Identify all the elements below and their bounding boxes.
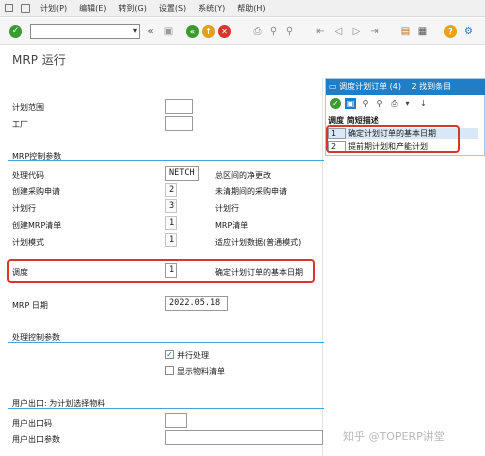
check-icon[interactable]: ✓ xyxy=(330,98,341,109)
schedule-lines-label: 计划行 xyxy=(12,204,36,213)
find-icon[interactable]: ⚲ xyxy=(267,25,280,38)
menu-item-edit[interactable]: 编辑(E) xyxy=(79,3,106,14)
processing-code-input[interactable]: NETCH xyxy=(165,166,199,181)
cancel-icon[interactable]: ✕ xyxy=(218,25,231,38)
planning-mode-label: 计划模式 xyxy=(12,238,44,247)
popup-header: ▭ 调度计划订单 (4) 2 找到条目 xyxy=(326,79,485,95)
menu-item-settings[interactable]: 设置(S) xyxy=(159,3,186,14)
mrp-date-input[interactable]: 2022.05.18 xyxy=(165,296,228,311)
chevron-down-icon[interactable]: ▾ xyxy=(133,26,137,35)
create-mrp-list-label: 创建MRP清单 xyxy=(12,221,62,230)
parallel-processing-label: 并行处理 xyxy=(177,351,209,360)
schedule-lines-input[interactable]: 3 xyxy=(165,199,177,213)
prev-page-icon[interactable]: ◁ xyxy=(332,25,345,38)
save-icon[interactable]: ▣ xyxy=(162,25,175,38)
check-icon[interactable]: ✓ xyxy=(9,25,22,38)
mrp-date-label: MRP 日期 xyxy=(12,301,48,310)
parallel-processing-checkbox[interactable]: ✓ xyxy=(165,350,174,359)
popup-title-icon: ▭ xyxy=(329,82,340,91)
watermark: 知乎 @TOPERP讲堂 xyxy=(343,430,445,443)
plant-label: 工厂 xyxy=(12,120,28,129)
next-page-icon[interactable]: ▷ xyxy=(350,25,363,38)
group-divider xyxy=(8,342,324,343)
first-page-icon[interactable]: ⇤ xyxy=(314,25,327,38)
show-list-label: 显示物料清单 xyxy=(177,367,225,376)
scheduling-input[interactable]: 1 xyxy=(165,263,177,278)
schedule-lines-desc: 计划行 xyxy=(215,204,239,213)
select-icon[interactable]: ▣ xyxy=(345,98,356,109)
find-icon[interactable]: ⚲ xyxy=(360,98,371,109)
command-field[interactable]: ▾ xyxy=(30,24,140,39)
plan-scope-input[interactable] xyxy=(165,99,193,114)
window-menu-icon[interactable] xyxy=(5,4,13,12)
popup-toolbar: ✓ ▣ ⚲ ⚲ ⎙ ▾ ↓ xyxy=(326,97,485,111)
menu-item-system[interactable]: 系统(Y) xyxy=(198,3,225,14)
processing-code-label: 处理代码 xyxy=(12,171,44,180)
user-exit-param-label: 用户出口参数 xyxy=(12,435,60,444)
exit-menu-icon[interactable] xyxy=(21,3,30,13)
menu-item-goto[interactable]: 转到(G) xyxy=(118,3,146,14)
create-purchase-req-label: 创建采购申请 xyxy=(12,187,60,196)
print-icon[interactable]: ⎙ xyxy=(251,25,264,38)
create-mrp-list-desc: MRP清单 xyxy=(215,221,249,230)
planning-mode-desc: 适应计划数据(普通模式) xyxy=(215,238,302,247)
group-divider xyxy=(8,408,324,409)
last-page-icon[interactable]: ⇥ xyxy=(368,25,381,38)
user-exit-key-input[interactable] xyxy=(165,413,187,428)
divider xyxy=(322,78,323,456)
scheduling-label: 调度 xyxy=(12,268,28,277)
create-purchase-req-input[interactable]: 2 xyxy=(165,183,177,197)
create-purchase-req-desc: 未清期间的采购申请 xyxy=(215,187,287,196)
processing-code-desc: 总区间的净更改 xyxy=(215,171,271,180)
create-mrp-list-input[interactable]: 1 xyxy=(165,216,177,230)
show-list-checkbox[interactable] xyxy=(165,366,174,375)
planning-mode-input[interactable]: 1 xyxy=(165,233,177,247)
scheduling-desc: 确定计划订单的基本日期 xyxy=(215,268,303,277)
plan-scope-label: 计划范围 xyxy=(12,103,44,112)
plant-input[interactable] xyxy=(165,116,193,131)
exit-icon[interactable]: ↑ xyxy=(202,25,215,38)
popup-title: 调度计划订单 (4) xyxy=(339,82,401,91)
sort-icon[interactable]: ↓ xyxy=(418,98,429,109)
back-icon[interactable]: « xyxy=(186,25,199,38)
popup-entries-count: 2 找到条目 xyxy=(411,82,452,91)
find-next-icon[interactable]: ⚲ xyxy=(283,25,296,38)
user-exit-param-input[interactable] xyxy=(165,430,323,445)
shortcut-icon[interactable]: ▦ xyxy=(416,25,429,38)
help-icon[interactable]: ? xyxy=(444,25,457,38)
user-exit-key-label: 用户出口码 xyxy=(12,419,52,428)
menu-item-help[interactable]: 帮助(H) xyxy=(237,3,265,14)
menu-bar: 计划(P) 编辑(E) 转到(G) 设置(S) 系统(Y) 帮助(H) xyxy=(0,0,485,17)
page-title: MRP 运行 xyxy=(12,53,66,67)
standard-toolbar: ✓ ▾ « ▣ « ↑ ✕ ⎙ ⚲ ⚲ ⇤ ◁ ▷ ⇥ ▤ ▦ ? ⚙ xyxy=(0,18,485,45)
popup-rows-highlight xyxy=(326,125,460,153)
group-divider xyxy=(8,160,324,161)
find-next-icon[interactable]: ⚲ xyxy=(374,98,385,109)
gear-icon[interactable]: ⚙ xyxy=(462,25,475,38)
menu-item-plan[interactable]: 计划(P) xyxy=(40,3,67,14)
create-session-icon[interactable]: ▤ xyxy=(399,25,412,38)
print-menu-icon[interactable]: ▾ xyxy=(402,98,413,109)
print-icon[interactable]: ⎙ xyxy=(389,98,400,109)
double-left-icon[interactable]: « xyxy=(144,25,157,38)
